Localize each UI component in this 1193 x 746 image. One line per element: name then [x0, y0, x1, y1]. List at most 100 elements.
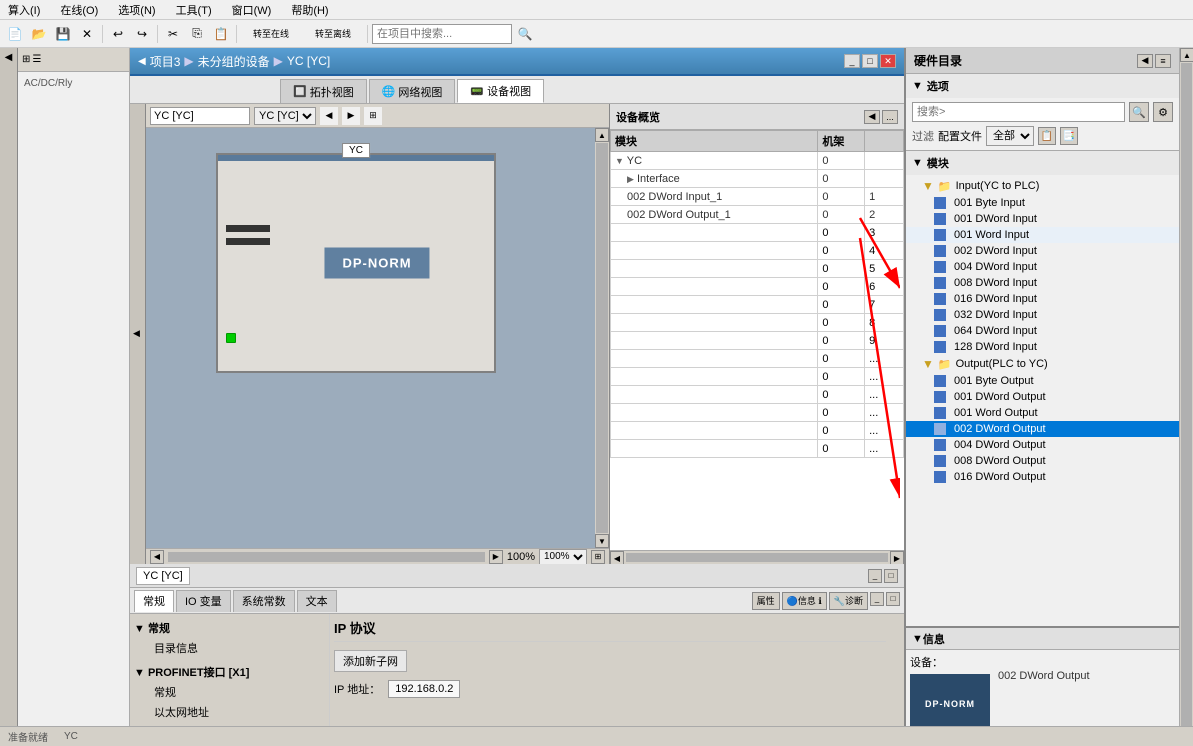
hw-item-byte-output[interactable]: 001 Byte Output	[906, 373, 1179, 389]
close-btn[interactable]: ✕	[76, 23, 98, 45]
props-diag-btn[interactable]: 🔧诊断	[829, 592, 868, 610]
tbl-scroll-left[interactable]: ◀	[610, 551, 624, 564]
canvas-expand[interactable]: ⊞	[364, 107, 382, 125]
hw-filter-icon2[interactable]: 📑	[1060, 127, 1078, 145]
hw-item-byte-input[interactable]: 001 Byte Input	[906, 195, 1179, 211]
add-subnet-btn[interactable]: 添加新子网	[334, 650, 407, 672]
table-row[interactable]: 0...	[611, 350, 904, 368]
hw-item-001word-output[interactable]: 001 Word Output	[906, 405, 1179, 421]
table-row[interactable]: 05	[611, 260, 904, 278]
hw-info-header[interactable]: ▼ 信息	[906, 628, 1179, 650]
maximize-btn[interactable]: □	[862, 54, 878, 68]
tab-topology[interactable]: 🔲 拓扑视图	[280, 79, 367, 103]
tab-network[interactable]: 🌐 网络视图	[369, 79, 456, 103]
hw-search-icon-btn[interactable]: 🔍	[1129, 102, 1149, 122]
table-row[interactable]: 06	[611, 278, 904, 296]
table-row[interactable]: 002 DWord Output_1 0 2	[611, 206, 904, 224]
hw-output-folder[interactable]: ▼ 📁 Output(PLC to YC)	[906, 355, 1179, 373]
hw-item-002dword-input[interactable]: 002 DWord Input	[906, 243, 1179, 259]
redo-btn[interactable]: ↪	[131, 23, 153, 45]
zoom-select[interactable]: 100%	[539, 549, 587, 565]
props-attr-btn[interactable]: 属性	[752, 592, 780, 610]
copy-btn[interactable]: ⎘	[186, 23, 208, 45]
hw-item-008dword-input[interactable]: 008 DWord Input	[906, 275, 1179, 291]
hw-item-032dword-input[interactable]: 032 DWord Input	[906, 307, 1179, 323]
props-win-min[interactable]: _	[870, 592, 884, 606]
menu-item-options[interactable]: 选项(N)	[114, 0, 159, 20]
tab-props-text[interactable]: 文本	[297, 590, 337, 612]
tab-props-general[interactable]: 常规	[134, 590, 174, 612]
ip-value[interactable]: 192.168.0.2	[388, 680, 460, 698]
menu-item-tools[interactable]: 工具(T)	[172, 0, 216, 20]
hw-filter-icon1[interactable]: 📋	[1038, 127, 1056, 145]
table-row[interactable]: 0...	[611, 386, 904, 404]
hw-item-word-input[interactable]: 001 Word Input	[906, 227, 1179, 243]
hw-item-016dword-output[interactable]: 016 DWord Output	[906, 469, 1179, 485]
panel-collapse-btn[interactable]: ◀	[864, 110, 880, 124]
hw-item-004dword-output[interactable]: 004 DWord Output	[906, 437, 1179, 453]
collapse-icon[interactable]: ◀	[3, 52, 14, 63]
go-offline-btn[interactable]: 转至离线	[303, 23, 363, 45]
hw-options-header[interactable]: ▼ 选项	[906, 74, 1179, 98]
close-btn[interactable]: ✕	[880, 54, 896, 68]
table-row[interactable]: 0...	[611, 404, 904, 422]
scroll-down-v-btn[interactable]: ▼	[595, 534, 609, 548]
tab-device[interactable]: 📟 设备视图	[457, 79, 544, 103]
collapse-arrow[interactable]: ◀	[138, 56, 146, 67]
device-name-input[interactable]	[150, 107, 250, 125]
hw-collapse-btn[interactable]: ◀	[1137, 54, 1153, 68]
new-btn[interactable]: 📄	[4, 23, 26, 45]
zoom-btn[interactable]: ⊞	[591, 550, 605, 564]
left-panel-list-icon[interactable]: ☰	[32, 54, 41, 65]
props-item-directory[interactable]: 目录信息	[134, 638, 325, 658]
scroll-up-btn[interactable]: ▲	[595, 128, 609, 142]
hw-input-folder[interactable]: ▼ 📁 Input(YC to PLC)	[906, 177, 1179, 195]
hw-item-004dword-input[interactable]: 004 DWord Input	[906, 259, 1179, 275]
device-dropdown[interactable]: YC [YC]	[254, 107, 316, 125]
menu-item-help[interactable]: 帮助(H)	[287, 0, 332, 20]
minimize-btn[interactable]: _	[844, 54, 860, 68]
table-row[interactable]: 04	[611, 242, 904, 260]
tab-props-io[interactable]: IO 变量	[176, 590, 231, 612]
tbl-scroll-right[interactable]: ▶	[890, 551, 904, 564]
right-scroll-up[interactable]: ▲	[1180, 48, 1193, 62]
hw-modules-header[interactable]: ▼ 模块	[906, 151, 1179, 175]
hw-more-btn[interactable]: ≡	[1155, 54, 1171, 68]
go-online-btn[interactable]: 转至在线	[241, 23, 301, 45]
hw-item-128dword-input[interactable]: 128 DWord Input	[906, 339, 1179, 355]
yc-tab-label[interactable]: YC [YC]	[136, 567, 190, 585]
panel-more-btn[interactable]: ...	[882, 110, 898, 124]
iface-arrow[interactable]: ▶	[627, 174, 634, 184]
canvas-tool-2[interactable]: ▶	[342, 107, 360, 125]
undo-btn[interactable]: ↩	[107, 23, 129, 45]
table-row[interactable]: 03	[611, 224, 904, 242]
open-btn[interactable]: 📂	[28, 23, 50, 45]
hw-filter-select[interactable]: 全部	[986, 126, 1034, 146]
hw-search-input[interactable]	[912, 102, 1125, 122]
canvas-collapse-bar[interactable]: ◀	[130, 104, 146, 564]
canvas-tool-1[interactable]: ◀	[320, 107, 338, 125]
props-info-btn[interactable]: 🔵信息 ℹ	[782, 592, 827, 610]
table-row[interactable]: 002 DWord Input_1 0 1	[611, 188, 904, 206]
table-row[interactable]: 0...	[611, 368, 904, 386]
scroll-right-btn[interactable]: ▶	[489, 550, 503, 564]
hw-item-dword-input[interactable]: 001 DWord Input	[906, 211, 1179, 227]
table-row[interactable]: 09	[611, 332, 904, 350]
table-row[interactable]: ▶ Interface 0	[611, 170, 904, 188]
table-row[interactable]: ▼ YC 0	[611, 152, 904, 170]
hw-item-002dword-output[interactable]: 002 DWord Output	[906, 421, 1179, 437]
search-input[interactable]	[372, 24, 512, 44]
left-panel-toolbar-icon[interactable]: ⊞	[22, 54, 30, 65]
hw-item-001dword-output[interactable]: 001 DWord Output	[906, 389, 1179, 405]
menu-item-insert[interactable]: 算入(I)	[4, 0, 44, 20]
yc-tab-max[interactable]: □	[884, 569, 898, 583]
hw-item-016dword-input[interactable]: 016 DWord Input	[906, 291, 1179, 307]
paste-btn[interactable]: 📋	[210, 23, 232, 45]
hw-search-filter-btn[interactable]: ⚙	[1153, 102, 1173, 122]
expand-arrow[interactable]: ▼	[615, 156, 624, 166]
scroll-left-btn[interactable]: ◀	[150, 550, 164, 564]
table-row[interactable]: 08	[611, 314, 904, 332]
hw-item-064dword-input[interactable]: 064 DWord Input	[906, 323, 1179, 339]
menu-item-online[interactable]: 在线(O)	[56, 0, 102, 20]
props-item-general[interactable]: 常规	[134, 682, 325, 702]
